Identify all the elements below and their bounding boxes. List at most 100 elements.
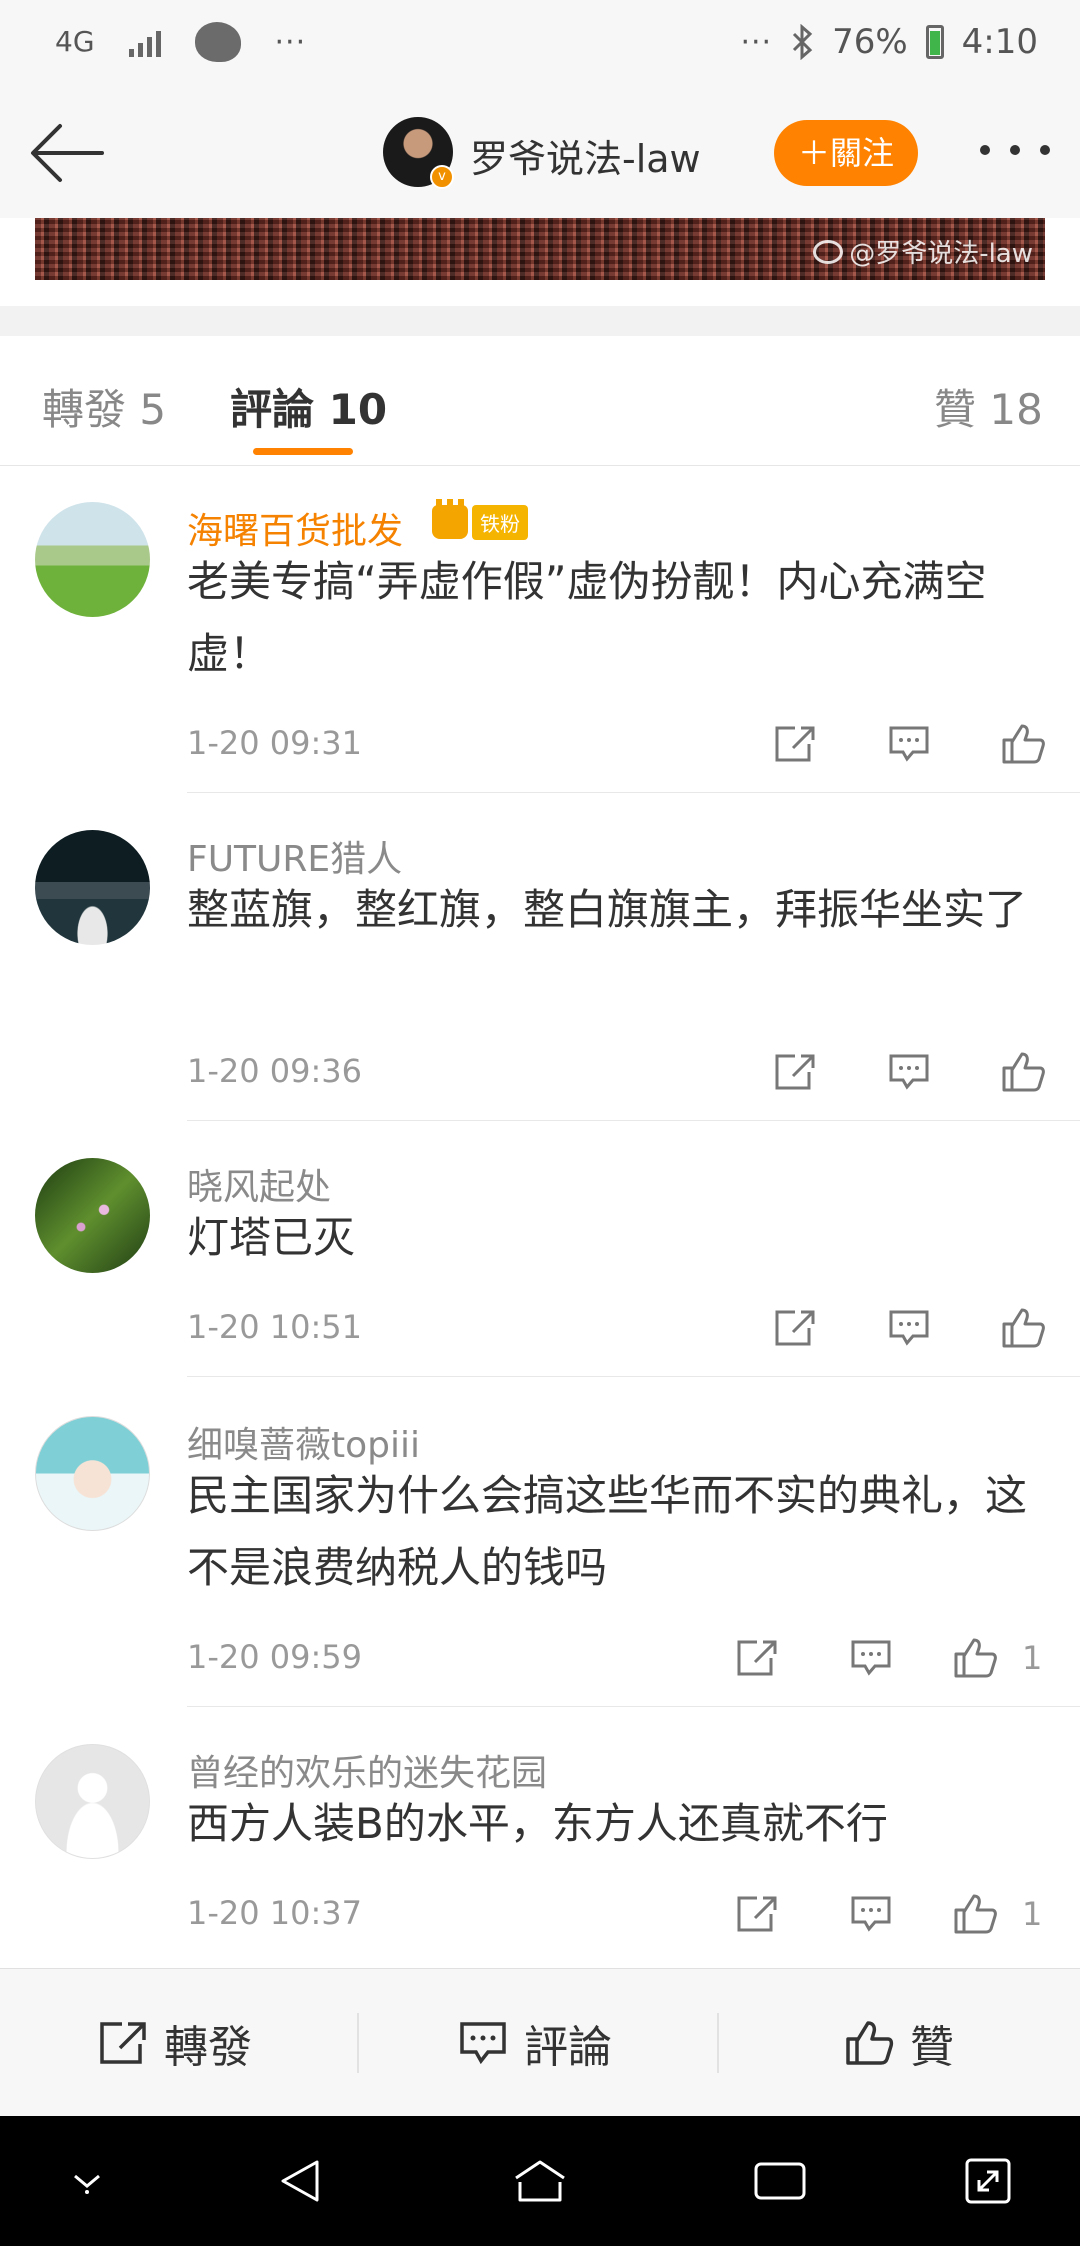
comment-time: 1-20 09:59 [187,1638,363,1676]
reply-comment-button[interactable] [814,1630,928,1686]
crown-icon [432,499,468,539]
comment-time: 1-20 09:36 [187,1052,363,1090]
battery-percent: 76% [832,22,908,62]
recent-apps-icon [754,2162,806,2200]
more-status-icon: ··· [740,24,773,60]
repost-label: 轉發 [164,2022,252,2073]
expand-icon [965,2158,1011,2204]
tab-likes[interactable]: 贊 18 [934,376,1043,437]
comment-time: 1-20 10:37 [187,1894,363,1932]
like-icon [1002,1308,1045,1348]
more-notifications-icon: ··· [274,24,307,60]
back-nav-button[interactable] [265,2146,335,2216]
reply-comment-button[interactable] [852,1044,966,1100]
comment-icon [851,1896,891,1932]
comment-time: 1-20 09:31 [187,724,363,762]
interaction-tabs: 轉發 5 評論 10 贊 18 [0,336,1080,466]
repost-comment-button[interactable] [700,1886,814,1942]
comment-button[interactable]: 評論 [458,1969,612,2117]
comment-actions: 1 [700,1630,1080,1686]
back-button[interactable] [28,118,108,188]
like-label: 贊 [910,2022,954,2073]
comment-actions: 1 [700,1886,1080,1942]
bottom-separator [717,2013,719,2073]
top-nav-bar: v 罗爷说法-law ＋關注 [0,90,1080,218]
fan-badge: 铁粉 [432,499,528,542]
avatar[interactable] [35,1744,150,1859]
fullscreen-button[interactable] [953,2146,1023,2216]
like-comment-button[interactable] [966,716,1080,772]
signal-icon [128,27,161,57]
comment-divider [187,1376,1080,1377]
weibo-logo-icon [813,239,844,264]
like-button[interactable]: 贊 [844,1969,954,2117]
comment-icon [460,2022,506,2065]
like-icon [1002,1052,1045,1092]
bottom-separator [357,2013,359,2073]
comment-divider [187,792,1080,793]
hide-navbar-button[interactable] [52,2146,122,2216]
system-navigation-bar [0,2116,1080,2246]
reply-comment-button[interactable] [814,1886,928,1942]
like-comment-button[interactable] [966,1300,1080,1356]
home-nav-button[interactable] [505,2146,575,2216]
repost-comment-button[interactable] [700,1630,814,1686]
back-triangle-icon [281,2160,319,2202]
repost-icon [775,1310,815,1346]
tab-comments[interactable]: 評論 10 [230,376,387,437]
comment-text: 灯塔已灭 [187,1213,356,1262]
repost-icon [737,1640,777,1676]
comment-divider [187,1120,1080,1121]
avatar[interactable] [35,502,150,617]
like-icon [954,1894,997,1934]
like-icon [954,1638,997,1678]
author-name[interactable]: 罗爷说法-law [470,128,701,183]
clock: 4:10 [961,22,1038,62]
like-comment-button[interactable] [966,1044,1080,1100]
like-count: 1 [1022,1895,1043,1933]
reply-comment-button[interactable] [852,1300,966,1356]
like-icon [846,2021,894,2065]
active-tab-indicator [253,448,353,455]
recent-apps-button[interactable] [745,2146,815,2216]
avatar[interactable] [35,830,150,945]
repost-comment-button[interactable] [738,716,852,772]
comment-text: 整蓝旗，整红旗，整白旗旗主，拜振华坐实了 [187,885,1028,934]
repost-icon [775,1054,815,1090]
comment-icon [851,1640,891,1676]
bluetooth-icon [793,24,813,60]
like-comment-button[interactable] [928,1630,1022,1686]
comment-text: 老美专搞“弄虚作假”虚伪扮靓！内心充满空虚！ [187,557,987,678]
repost-icon [737,1896,777,1932]
comment-divider [187,1706,1080,1707]
avatar[interactable] [35,1416,150,1531]
repost-comment-button[interactable] [738,1300,852,1356]
section-gap [0,306,1080,336]
battery-icon [925,25,944,59]
bottom-action-bar: 轉發 評論 贊 [0,1968,1080,2116]
comment-actions [738,1044,1080,1100]
follow-button[interactable]: ＋關注 [774,120,918,186]
repost-comment-button[interactable] [738,1044,852,1100]
like-count: 1 [1022,1639,1043,1677]
comment-actions [738,716,1080,772]
notification-app-icon [194,22,241,62]
comment-icon [889,1310,929,1346]
comment-text: 西方人装B的水平，东方人还真就不行 [187,1799,888,1848]
repost-button[interactable]: 轉發 [98,1969,252,2117]
reply-comment-button[interactable] [852,716,966,772]
comment-time: 1-20 10:51 [187,1308,363,1346]
chevron-down-icon [74,2174,100,2194]
status-bar: 4G ··· ··· 76% 4:10 [0,0,1080,90]
avatar[interactable] [35,1158,150,1273]
comment-icon [889,1054,929,1090]
network-type: 4G [55,25,95,58]
home-icon [515,2160,565,2202]
repost-icon [100,2022,146,2064]
comment-icon [889,726,929,762]
like-comment-button[interactable] [928,1886,1022,1942]
post-image[interactable]: @罗爷说法-law [35,218,1045,280]
more-options-button[interactable] [980,130,1050,170]
tab-reposts[interactable]: 轉發 5 [42,376,166,437]
repost-icon [775,726,815,762]
